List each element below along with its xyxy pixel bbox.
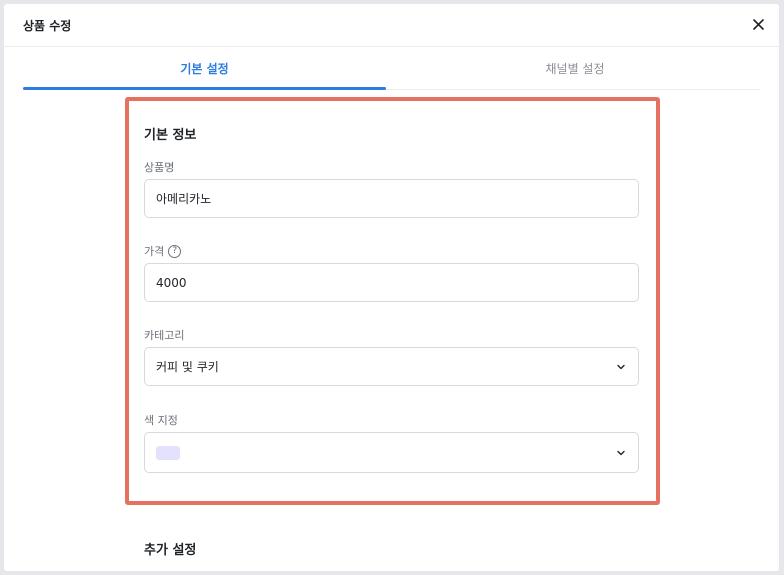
price-label: 가격 ? xyxy=(144,243,182,259)
color-label: 색 지정 xyxy=(144,412,178,428)
category-label: 카테고리 xyxy=(144,327,184,343)
category-select[interactable]: 커피 및 쿠키 xyxy=(144,347,639,386)
modal-title: 상품 수정 xyxy=(23,19,72,33)
price-field[interactable] xyxy=(144,263,639,302)
color-swatch xyxy=(156,445,180,460)
modal-header: 상품 수정 xyxy=(4,4,779,47)
question-circle-icon[interactable]: ? xyxy=(168,244,182,258)
chevron-down-icon xyxy=(617,450,625,456)
tab-channel-settings[interactable]: 채널별 설정 xyxy=(390,47,760,90)
tab-channel-settings-label: 채널별 설정 xyxy=(545,62,605,76)
chevron-down-icon xyxy=(617,364,625,370)
product-name-label: 상품명 xyxy=(144,159,174,175)
category-selected-value: 커피 및 쿠키 xyxy=(156,360,219,374)
tab-basic-settings[interactable]: 기본 설정 xyxy=(23,47,386,90)
active-tab-indicator xyxy=(23,87,386,90)
product-name-label-text: 상품명 xyxy=(144,161,175,174)
product-name-input[interactable] xyxy=(156,191,638,206)
category-label-text: 카테고리 xyxy=(144,329,185,342)
tab-basic-settings-label: 기본 설정 xyxy=(180,62,229,76)
color-select[interactable] xyxy=(144,432,639,473)
product-name-field[interactable] xyxy=(144,179,639,218)
basic-info-section-title: 기본 정보 xyxy=(144,128,197,143)
color-label-text: 색 지정 xyxy=(144,414,178,427)
additional-settings-section-title: 추가 설정 xyxy=(144,543,197,558)
close-icon xyxy=(752,18,764,30)
product-edit-modal: 상품 수정 기본 설정 채널별 설정 기본 정보 상품명 가격 ? 카테고리 커… xyxy=(4,4,779,571)
price-input[interactable] xyxy=(156,275,638,290)
tab-bar: 기본 설정 채널별 설정 xyxy=(23,47,760,90)
price-label-text: 가격 xyxy=(144,245,165,258)
close-button[interactable] xyxy=(749,15,767,33)
